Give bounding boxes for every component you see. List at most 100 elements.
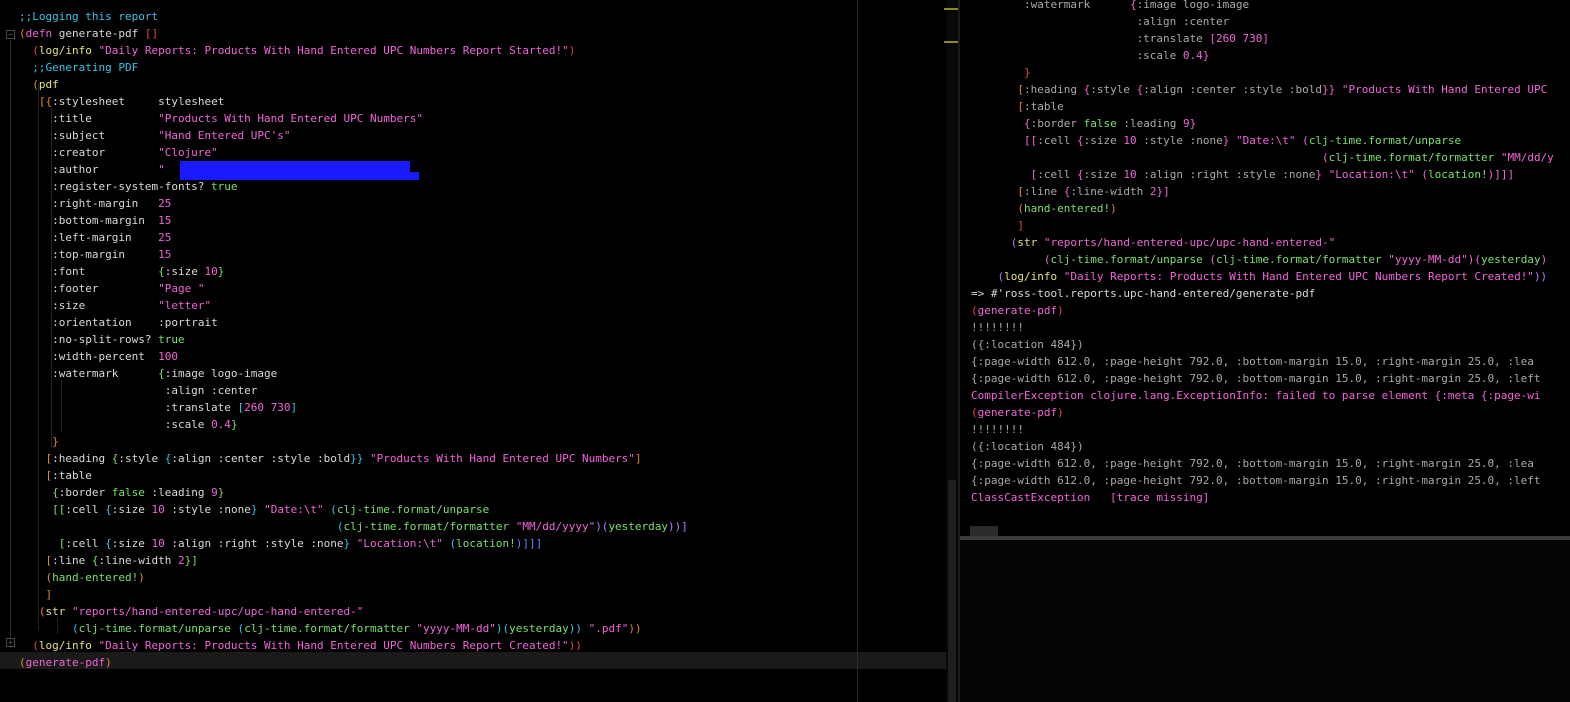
code-line[interactable]: :align :center bbox=[19, 382, 258, 399]
code-line[interactable]: } bbox=[19, 433, 59, 450]
code-line[interactable]: ({:location 484}) bbox=[971, 336, 1084, 353]
code-token: :watermark bbox=[971, 0, 1091, 11]
code-line[interactable]: [:cell {:size 10 :align :right :style :n… bbox=[971, 166, 1515, 183]
code-line[interactable]: {:page-width 612.0, :page-height 792.0, … bbox=[971, 353, 1534, 370]
code-line[interactable]: (clj-time.format/formatter "MM/dd/y bbox=[971, 149, 1554, 166]
code-line[interactable]: :font {:size 10} bbox=[19, 263, 224, 280]
code-line[interactable]: :bottom-margin 15 bbox=[19, 212, 171, 229]
code-token: ( bbox=[19, 78, 39, 91]
code-line[interactable]: (clj-time.format/formatter "MM/dd/yyyy")… bbox=[19, 518, 688, 535]
code-line[interactable]: ;;Generating PDF bbox=[19, 59, 138, 76]
code-token: :width-percent bbox=[19, 350, 145, 363]
code-line[interactable]: [[:cell {:size 10 :style :none} "Date:\t… bbox=[971, 132, 1461, 149]
code-line[interactable]: (clj-time.format/unparse (clj-time.forma… bbox=[19, 620, 642, 637]
code-line[interactable]: [:heading {:style {:align :center :style… bbox=[19, 450, 641, 467]
code-line[interactable]: ;;Logging this report bbox=[19, 8, 158, 25]
code-line[interactable]: :watermark {:image logo-image bbox=[971, 0, 1249, 13]
code-line[interactable]: (log/info "Daily Reports: Products With … bbox=[19, 637, 582, 654]
code-line[interactable]: !!!!!!!! bbox=[971, 319, 1024, 336]
code-line[interactable]: (log/info "Daily Reports: Products With … bbox=[971, 268, 1547, 285]
code-line[interactable]: ({:location 484}) bbox=[971, 438, 1084, 455]
redaction-bar bbox=[180, 172, 419, 180]
code-token: :orientation bbox=[19, 316, 132, 329]
code-token: :style :none bbox=[164, 503, 251, 516]
code-token: ( bbox=[19, 27, 26, 40]
code-line[interactable]: :title "Products With Hand Entered UPC N… bbox=[19, 110, 423, 127]
code-line[interactable]: (defn generate-pdf [] bbox=[19, 25, 158, 42]
code-line[interactable]: :align :center bbox=[971, 13, 1230, 30]
code-line[interactable]: {:page-width 612.0, :page-height 792.0, … bbox=[971, 455, 1534, 472]
scrollbar-thumb[interactable] bbox=[948, 480, 956, 702]
code-line[interactable]: [:line {:line-width 2}] bbox=[19, 552, 197, 569]
code-line[interactable]: CompilerException clojure.lang.Exception… bbox=[971, 387, 1541, 404]
code-line[interactable]: [[:cell {:size 10 :style :none} "Date:\t… bbox=[19, 501, 489, 518]
repl-output-pane[interactable]: :watermark {:image logo-image :align :ce… bbox=[960, 0, 1570, 536]
code-line[interactable]: {:page-width 612.0, :page-height 792.0, … bbox=[971, 472, 1541, 489]
code-line[interactable]: (str "reports/hand-entered-upc/upc-hand-… bbox=[971, 234, 1336, 251]
editor-scrollbar[interactable] bbox=[946, 0, 958, 702]
code-line[interactable]: :left-margin 25 bbox=[19, 229, 171, 246]
code-token: 100 bbox=[144, 350, 178, 363]
code-line[interactable]: {:border false :leading 9} bbox=[19, 484, 224, 501]
code-line[interactable]: :orientation :portrait bbox=[19, 314, 218, 331]
code-line[interactable]: ClassCastException [trace missing] bbox=[971, 489, 1209, 506]
code-line[interactable]: (hand-entered!) bbox=[971, 200, 1116, 217]
code-token: {:page-width 612.0, :page-height 792.0, … bbox=[971, 355, 1534, 368]
code-line[interactable]: {:page-width 612.0, :page-height 792.0, … bbox=[971, 370, 1541, 387]
code-line[interactable]: :width-percent 100 bbox=[19, 348, 178, 365]
code-line[interactable]: => #'ross-tool.reports.upc-hand-entered/… bbox=[971, 285, 1315, 302]
code-line[interactable]: [:heading {:style {:align :center :style… bbox=[971, 81, 1547, 98]
code-line[interactable]: (generate-pdf) bbox=[19, 654, 112, 671]
code-token: location! bbox=[456, 537, 516, 550]
code-line[interactable]: :footer "Page " bbox=[19, 280, 204, 297]
code-line[interactable]: (generate-pdf) bbox=[971, 302, 1064, 319]
code-line[interactable]: (log/info "Daily Reports: Products With … bbox=[19, 42, 575, 59]
code-line[interactable]: :translate [260 730] bbox=[19, 399, 297, 416]
code-token: "Hand Entered UPC's" bbox=[105, 129, 291, 142]
code-line[interactable]: :scale 0.4} bbox=[971, 47, 1210, 64]
code-token: [ bbox=[19, 452, 53, 465]
code-line[interactable]: (clj-time.format/unparse (clj-time.forma… bbox=[971, 251, 1547, 268]
code-line[interactable]: :creator "Clojure" bbox=[19, 144, 218, 161]
code-line[interactable]: [:cell {:size 10 :align :right :style :n… bbox=[19, 535, 543, 552]
code-line[interactable]: :subject "Hand Entered UPC's" bbox=[19, 127, 291, 144]
code-token: clj-time.format/unparse bbox=[1308, 134, 1462, 147]
code-line[interactable]: :scale 0.4} bbox=[19, 416, 238, 433]
code-line[interactable]: [:table bbox=[971, 98, 1063, 115]
code-line[interactable]: :no-split-rows? true bbox=[19, 331, 184, 348]
code-line[interactable]: :top-margin 15 bbox=[19, 246, 171, 263]
code-line[interactable]: [:line {:line-width 2}] bbox=[971, 183, 1169, 200]
code-line[interactable]: :right-margin 25 bbox=[19, 195, 171, 212]
code-line[interactable]: :author " bbox=[19, 161, 165, 178]
repl-input-pane[interactable] bbox=[960, 540, 1570, 702]
code-line[interactable]: } bbox=[971, 64, 1031, 81]
code-line[interactable]: (pdf bbox=[19, 76, 59, 93]
code-line[interactable]: !!!!!!!! bbox=[971, 421, 1024, 438]
code-token: :leading bbox=[1116, 117, 1183, 130]
code-token: { bbox=[91, 554, 99, 567]
code-line[interactable]: (str "reports/hand-entered-upc/upc-hand-… bbox=[19, 603, 364, 620]
code-token: { bbox=[1090, 0, 1137, 11]
code-token: stylesheet bbox=[124, 95, 225, 108]
fold-end-icon[interactable]: − bbox=[6, 638, 15, 647]
code-token: ( bbox=[971, 236, 1018, 249]
code-line[interactable]: ] bbox=[19, 586, 52, 603]
code-line[interactable]: :size "letter" bbox=[19, 297, 211, 314]
code-line[interactable]: :translate [260 730] bbox=[971, 30, 1269, 47]
code-token: ( bbox=[19, 639, 39, 652]
code-editor-pane[interactable]: − − ;;Logging this report (defn generate-… bbox=[0, 0, 958, 702]
code-line[interactable]: [{:stylesheet stylesheet bbox=[19, 93, 224, 110]
code-line[interactable]: (hand-entered!) bbox=[19, 569, 144, 586]
code-line[interactable]: ] bbox=[971, 217, 1024, 234]
code-token: [[ bbox=[19, 503, 66, 516]
code-line[interactable]: (generate-pdf) bbox=[971, 404, 1064, 421]
code-token: :footer bbox=[19, 282, 99, 295]
code-token: clj-time.format/unparse bbox=[1050, 253, 1203, 266]
code-line[interactable]: [:table bbox=[19, 467, 91, 484]
fold-toggle-icon[interactable]: − bbox=[6, 30, 15, 39]
code-line[interactable]: {:border false :leading 9} bbox=[971, 115, 1196, 132]
code-line[interactable]: :register-system-fonts? true bbox=[19, 178, 237, 195]
code-line[interactable]: :watermark {:image logo-image bbox=[19, 365, 277, 382]
repl-tab-handle[interactable] bbox=[970, 526, 998, 536]
code-token: :style :none bbox=[1136, 134, 1223, 147]
